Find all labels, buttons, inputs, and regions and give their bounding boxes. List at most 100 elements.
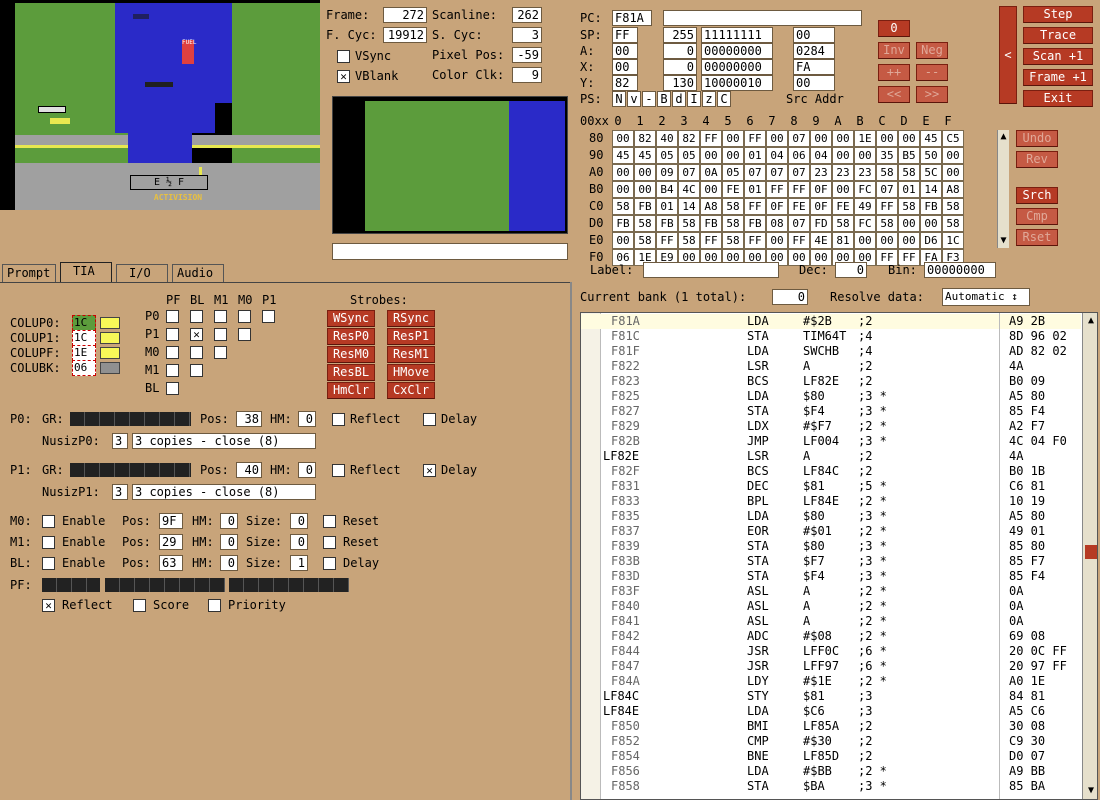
p1-pos-field[interactable]: 40 bbox=[236, 462, 262, 478]
gr-bit[interactable] bbox=[289, 578, 304, 592]
a-dec[interactable]: 0 bbox=[663, 43, 697, 59]
ram-cell[interactable]: 05 bbox=[722, 164, 744, 181]
collision-checkbox[interactable] bbox=[238, 310, 251, 323]
m1-size-field[interactable]: 0 bbox=[290, 534, 308, 550]
vblank-checkbox[interactable]: ✕ bbox=[337, 70, 350, 83]
p1-hm-field[interactable]: 0 bbox=[298, 462, 316, 478]
exit-button[interactable]: Exit bbox=[1023, 90, 1093, 107]
ram-cell[interactable]: 07 bbox=[876, 181, 898, 198]
ram-cell[interactable]: FB bbox=[612, 215, 634, 232]
frame-button[interactable]: Frame +1 bbox=[1023, 69, 1093, 86]
disasm-row[interactable]: F844 JSR LFF0C ;6 * 20 0C FF bbox=[581, 644, 1081, 659]
disasm-row[interactable]: F854 BNE LF85D ;2 D0 07 bbox=[581, 749, 1081, 764]
gr-bit[interactable] bbox=[274, 578, 289, 592]
ram-cell[interactable]: 58 bbox=[678, 215, 700, 232]
disasm-row[interactable]: F827 STA $F4 ;3 * 85 F4 bbox=[581, 404, 1081, 419]
ram-cell[interactable]: 07 bbox=[788, 164, 810, 181]
disasm-row[interactable]: LF82E LSR A ;2 4A bbox=[581, 449, 1081, 464]
ram-cell[interactable]: 00 bbox=[942, 164, 964, 181]
disasm-row[interactable]: F82B JMP LF004 ;3 * 4C 04 F0 bbox=[581, 434, 1081, 449]
bl-enable-checkbox[interactable] bbox=[42, 557, 55, 570]
strobe-resm1-button[interactable]: ResM1 bbox=[387, 346, 435, 363]
disasm-row[interactable]: F833 BPL LF84E ;2 * 10 19 bbox=[581, 494, 1081, 509]
ram-cell[interactable]: FF bbox=[876, 198, 898, 215]
ram-cell[interactable]: 00 bbox=[942, 147, 964, 164]
ram-cell[interactable]: 00 bbox=[612, 181, 634, 198]
ram-cell[interactable]: 00 bbox=[854, 147, 876, 164]
label-field[interactable] bbox=[643, 262, 779, 278]
disasm-row[interactable]: F82F BCS LF84C ;2 B0 1B bbox=[581, 464, 1081, 479]
ram-cell[interactable]: C5 bbox=[942, 130, 964, 147]
gr-bit[interactable] bbox=[105, 578, 120, 592]
ram-cell[interactable]: 00 bbox=[876, 232, 898, 249]
collision-checkbox[interactable] bbox=[166, 346, 179, 359]
ram-cell[interactable]: 4C bbox=[678, 181, 700, 198]
sp-hex[interactable]: FF bbox=[612, 27, 638, 43]
ram-cell[interactable]: B5 bbox=[898, 147, 920, 164]
dec-button[interactable]: -- bbox=[916, 64, 948, 81]
ram-cell[interactable]: FD bbox=[810, 215, 832, 232]
colorclk-field[interactable]: 9 bbox=[512, 67, 542, 83]
disasm-row[interactable]: LF84E LDA $C6 ;3 A5 C6 bbox=[581, 704, 1081, 719]
scanline-field[interactable]: 262 bbox=[512, 7, 542, 23]
collision-checkbox[interactable] bbox=[190, 346, 203, 359]
ram-cell[interactable]: 00 bbox=[722, 147, 744, 164]
gr-bit[interactable] bbox=[100, 463, 115, 477]
ram-cell[interactable]: 58 bbox=[942, 198, 964, 215]
pc-field[interactable]: F81A bbox=[612, 10, 652, 26]
gr-bit[interactable] bbox=[145, 412, 160, 426]
collision-checkbox[interactable] bbox=[166, 382, 179, 395]
disasm-row[interactable]: F825 LDA $80 ;3 * A5 80 bbox=[581, 389, 1081, 404]
gr-bit[interactable] bbox=[72, 578, 87, 592]
gr-bit[interactable] bbox=[165, 578, 180, 592]
collision-checkbox[interactable] bbox=[214, 310, 227, 323]
x-dec[interactable]: 0 bbox=[663, 59, 697, 75]
rset-button[interactable]: Rset bbox=[1016, 229, 1058, 246]
disasm-row[interactable]: F842 ADC #$08 ;2 * 69 08 bbox=[581, 629, 1081, 644]
tab-io[interactable]: I/O bbox=[116, 264, 168, 282]
gr-bit[interactable] bbox=[160, 412, 175, 426]
gr-bit[interactable] bbox=[195, 578, 210, 592]
ram-cell[interactable]: 00 bbox=[832, 181, 854, 198]
disasm-scroll-thumb[interactable] bbox=[1085, 545, 1097, 559]
collision-checkbox[interactable] bbox=[166, 328, 179, 341]
ram-cell[interactable]: 06 bbox=[788, 147, 810, 164]
ram-cell[interactable]: 58 bbox=[942, 215, 964, 232]
ps-flag-5[interactable]: I bbox=[687, 91, 701, 107]
inc-button[interactable]: ++ bbox=[878, 64, 910, 81]
ram-cell[interactable]: 00 bbox=[722, 130, 744, 147]
gr-bit[interactable] bbox=[57, 578, 72, 592]
collision-checkbox[interactable] bbox=[190, 310, 203, 323]
ram-cell[interactable]: 0F bbox=[810, 198, 832, 215]
ps-flag-4[interactable]: d bbox=[672, 91, 686, 107]
ram-cell[interactable]: 01 bbox=[744, 181, 766, 198]
gr-bit[interactable] bbox=[135, 578, 150, 592]
ps-flag-3[interactable]: B bbox=[657, 91, 671, 107]
m1-hm-field[interactable]: 0 bbox=[220, 534, 238, 550]
ram-cell[interactable]: 0F bbox=[810, 181, 832, 198]
ps-flag-2[interactable]: - bbox=[642, 91, 656, 107]
disasm-row[interactable]: F81C STA TIM64T ;4 8D 96 02 bbox=[581, 329, 1081, 344]
ram-cell[interactable]: 58 bbox=[832, 215, 854, 232]
cmp-button[interactable]: Cmp bbox=[1016, 208, 1058, 225]
gr-bit[interactable] bbox=[150, 578, 165, 592]
sp-dec[interactable]: 255 bbox=[663, 27, 697, 43]
ram-cell[interactable]: 58 bbox=[634, 215, 656, 232]
ram-scroll-down-icon[interactable]: ▼ bbox=[998, 236, 1009, 246]
gr-bit[interactable] bbox=[334, 578, 349, 592]
ram-cell[interactable]: FC bbox=[854, 215, 876, 232]
ram-cell[interactable]: 49 bbox=[854, 198, 876, 215]
srch-button[interactable]: Srch bbox=[1016, 187, 1058, 204]
y-hex[interactable]: 82 bbox=[612, 75, 638, 91]
ram-cell[interactable]: 07 bbox=[788, 215, 810, 232]
disasm-row[interactable]: F829 LDX #$F7 ;2 * A2 F7 bbox=[581, 419, 1081, 434]
pf-reflect-checkbox[interactable]: ✕ bbox=[42, 599, 55, 612]
ram-cell[interactable]: 58 bbox=[898, 164, 920, 181]
resolve-select[interactable]: Automatic ↕ bbox=[942, 288, 1030, 306]
gr-bit[interactable] bbox=[115, 412, 130, 426]
tia-color-field[interactable]: 06 bbox=[72, 360, 96, 376]
x-bin[interactable]: 00000000 bbox=[701, 59, 773, 75]
p0-hm-field[interactable]: 0 bbox=[298, 411, 316, 427]
ram-cell[interactable]: 82 bbox=[634, 130, 656, 147]
disasm-row[interactable]: F839 STA $80 ;3 * 85 80 bbox=[581, 539, 1081, 554]
